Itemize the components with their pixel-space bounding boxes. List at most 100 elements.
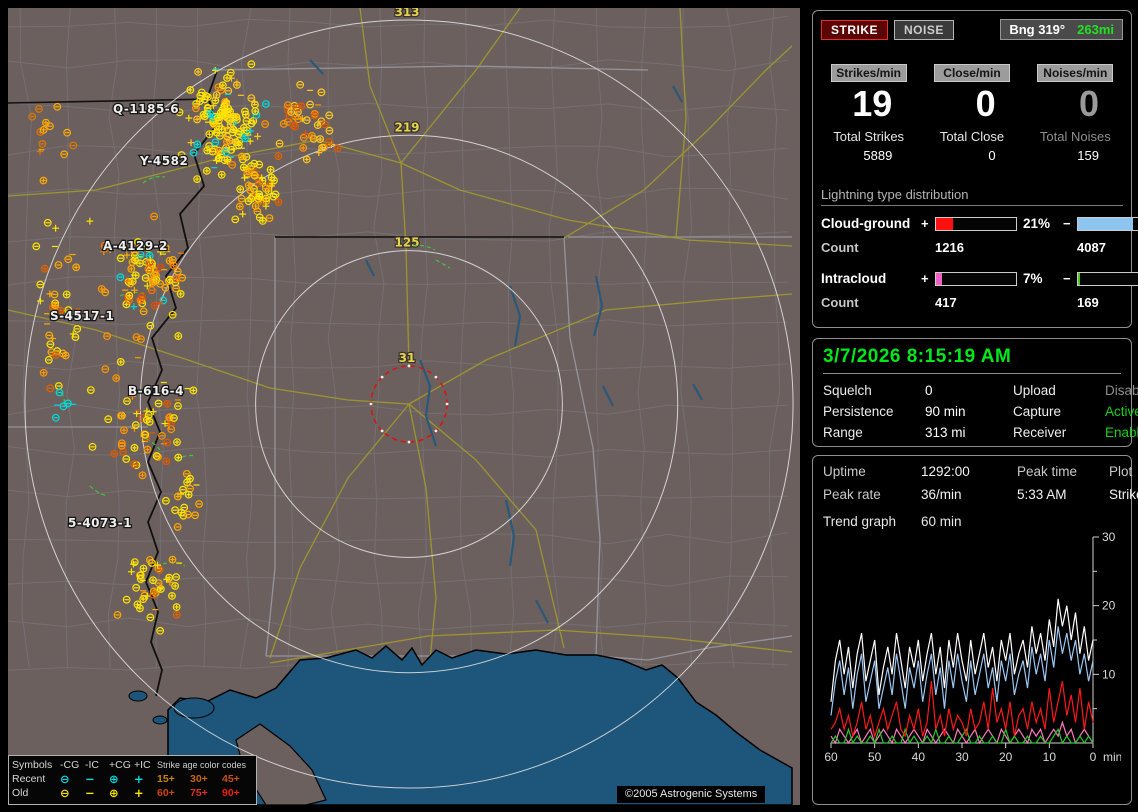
strikes-per-min-value: 19 <box>821 84 916 124</box>
legend-col-pos-ic: +IC <box>134 758 157 772</box>
storm-cell-label: B-616-4 <box>128 384 184 398</box>
neg-ic-recent-icon: − <box>85 772 109 786</box>
trend-series-green <box>831 729 1093 743</box>
upload-status: Disabled <box>1105 383 1138 398</box>
intracloud-row: Intracloud + 7% − 3% <box>821 271 1123 286</box>
close-per-min-value: 0 <box>924 84 1019 124</box>
distribution-title: Lightning type distribution <box>821 187 1123 206</box>
receiver-status: Enabled <box>1105 425 1138 440</box>
total-noises-value: 159 <box>1028 148 1123 163</box>
count-label: Count <box>821 295 921 310</box>
datetime-display: 3/7/2026 8:15:19 AM <box>823 346 1121 374</box>
peak-rate-label: Peak rate <box>823 487 921 502</box>
trend-graph-value: 60 min <box>921 514 1121 529</box>
plot-mode-value: Strike <box>1109 487 1138 502</box>
storm-cell-label: A-4129-2 <box>103 239 168 253</box>
cg-negative-count: 4087 <box>1077 240 1138 255</box>
neg-cg-old-icon: ⊖ <box>60 786 85 800</box>
neg-cg-recent-icon: ⊖ <box>60 772 85 786</box>
trend-series-pink <box>831 722 1093 743</box>
age-15-label: 15+ <box>157 772 190 786</box>
cg-positive-pct: 21% <box>1017 216 1063 231</box>
storm-cell-label: Q-1185-6 <box>113 102 179 116</box>
strikes-per-min-column: Strikes/min 19 Total Strikes 5889 <box>821 64 916 163</box>
svg-text:50: 50 <box>868 750 882 764</box>
count-label: Count <box>821 240 921 255</box>
capture-status: Active <box>1105 404 1138 419</box>
svg-text:10: 10 <box>1102 667 1116 681</box>
uptime-label: Uptime <box>823 464 921 479</box>
map-canvas[interactable]: 31321912531Q-1185-6Y-4582A-4129-2S-4517-… <box>8 8 800 805</box>
pos-cg-old-icon: ⊕ <box>109 786 134 800</box>
alarm-ring-label: 31 <box>399 351 416 365</box>
squelch-label: Squelch <box>823 383 925 398</box>
map-legend: Symbols -CG -IC +CG +IC Strike age color… <box>8 755 257 805</box>
plus-sign: + <box>921 216 935 231</box>
minus-sign: − <box>1063 216 1077 231</box>
strike-button[interactable]: STRIKE <box>821 20 888 40</box>
ic-negative-bar <box>1077 272 1138 286</box>
bearing-label: Bng 319° <box>1009 22 1065 37</box>
pos-ic-old-icon: + <box>134 786 157 800</box>
legend-col-neg-ic: -IC <box>85 758 109 772</box>
bearing-readout: Bng 319° 263mi <box>1000 19 1123 40</box>
squelch-value: 0 <box>925 383 1013 398</box>
range-ring-label: 313 <box>394 8 419 19</box>
total-strikes-label: Total Strikes <box>821 129 916 144</box>
total-noises-label: Total Noises <box>1028 129 1123 144</box>
side-panel: STRIKE NOISE Bng 319° 263mi Strikes/min … <box>812 0 1134 812</box>
peak-time-label: Peak time <box>1017 464 1109 479</box>
legend-row-recent-label: Recent <box>12 772 60 786</box>
total-close-value: 0 <box>924 148 1019 163</box>
svg-text:20: 20 <box>999 750 1013 764</box>
ic-negative-count: 169 <box>1077 295 1138 310</box>
bearing-distance: 263mi <box>1077 22 1114 37</box>
legend-symbols-header: Symbols <box>12 758 60 772</box>
age-60-label: 60+ <box>157 786 190 800</box>
svg-text:40: 40 <box>912 750 926 764</box>
trend-axes <box>831 537 1099 748</box>
legend-col-neg-cg: -CG <box>60 758 85 772</box>
legend-row-old-label: Old <box>12 786 60 800</box>
storm-cell-label: S-4517-1 <box>50 309 114 323</box>
uptime-value: 1292:00 <box>921 464 1017 479</box>
total-strikes-value: 5889 <box>821 148 916 163</box>
svg-text:30: 30 <box>1102 531 1116 544</box>
ic-positive-count: 417 <box>935 295 1063 310</box>
noise-button[interactable]: NOISE <box>894 20 954 40</box>
trend-graph: 6050403020100min102030 <box>823 531 1121 773</box>
storm-cell-label: 5-4073-1 <box>68 516 132 530</box>
svg-text:10: 10 <box>1043 750 1057 764</box>
cg-positive-bar <box>935 217 1017 231</box>
age-75-label: 75+ <box>190 786 222 800</box>
cloud-ground-row: Cloud-ground + 21% − 69% <box>821 216 1123 231</box>
cloud-ground-label: Cloud-ground <box>821 216 921 231</box>
plot-label: Plot <box>1109 464 1138 479</box>
cg-positive-count: 1216 <box>935 240 1063 255</box>
trend-series-red <box>831 681 1093 736</box>
ic-positive-pct: 7% <box>1017 271 1063 286</box>
close-per-min-column: Close/min 0 Total Close 0 <box>924 64 1019 163</box>
trend-series-white <box>831 599 1093 702</box>
app-window: 31321912531Q-1185-6Y-4582A-4129-2S-4517-… <box>0 0 1138 812</box>
range-value: 313 mi <box>925 425 1013 440</box>
trend-panel: Uptime 1292:00 Peak time Plot Peak rate … <box>812 455 1132 805</box>
age-90-label: 90+ <box>222 786 253 800</box>
range-label: Range <box>823 425 925 440</box>
storm-cell-label: Y-4582 <box>139 154 188 168</box>
close-per-min-header[interactable]: Close/min <box>934 64 1010 82</box>
peak-rate-value: 36/min <box>921 487 1017 502</box>
pos-ic-recent-icon: + <box>134 772 157 786</box>
ic-positive-bar <box>935 272 1017 286</box>
copyright-text: ©2005 Astrogenic Systems <box>617 786 765 803</box>
noises-per-min-value: 0 <box>1028 84 1123 124</box>
strikes-per-min-header[interactable]: Strikes/min <box>831 64 907 82</box>
trend-series-blue <box>831 626 1093 715</box>
lightning-map[interactable]: 31321912531Q-1185-6Y-4582A-4129-2S-4517-… <box>8 8 800 805</box>
noises-per-min-column: Noises/min 0 Total Noises 159 <box>1028 64 1123 163</box>
peak-time-value: 5:33 AM <box>1017 487 1109 502</box>
noises-per-min-header[interactable]: Noises/min <box>1037 64 1113 82</box>
cloud-ground-count-row: Count 1216 4087 <box>821 240 1123 255</box>
receiver-label: Receiver <box>1013 425 1105 440</box>
neg-ic-old-icon: − <box>85 786 109 800</box>
